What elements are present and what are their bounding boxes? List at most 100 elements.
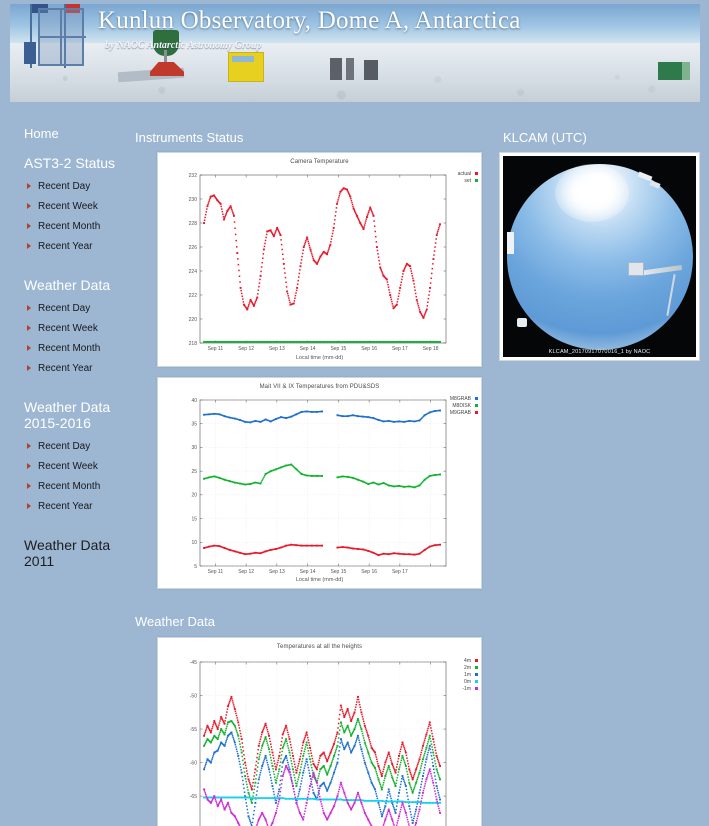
chart-plot-area: -45-50-55-60-65-70 (158, 638, 482, 826)
section-heading-weather-data: Weather Data (135, 614, 215, 629)
klcam-panel[interactable]: KLCAM_20170917070016_1 by NAOC (499, 152, 700, 361)
sidebar-item-ast3-recent-month[interactable]: Recent Month (24, 217, 128, 237)
chart-legend: 4m2m1m0m-1m (462, 658, 478, 693)
legend-item: 0m (462, 679, 478, 686)
svg-text:Sep 14: Sep 14 (300, 569, 316, 575)
chevron-right-icon (27, 203, 31, 209)
legend-color-swatch (475, 397, 478, 400)
chart-plot-area: Sep 11Sep 12Sep 13Sep 14Sep 15Sep 16Sep … (158, 153, 482, 367)
legend-label: M8DISK (452, 403, 471, 409)
banner-yellow-container-label (232, 56, 254, 62)
legend-color-swatch (475, 680, 478, 683)
svg-text:-45: -45 (190, 660, 197, 666)
klcam-image[interactable]: KLCAM_20170917070016_1 by NAOC (503, 156, 696, 357)
legend-label: 0m (464, 679, 471, 685)
site-subtitle: by NAOC Antarctic Astronomy Group (105, 40, 262, 51)
sidebar-spacer (24, 385, 128, 399)
sidebar-item-home[interactable]: Home (24, 126, 128, 141)
sidebar-group-weather-data-2011: Weather Data 2011 (24, 537, 128, 569)
legend-item: 1m (462, 672, 478, 679)
svg-text:226: 226 (189, 245, 198, 251)
chart-temperatures-all-heights: Temperatures at all the heights Temperat… (158, 638, 481, 826)
banner-snow-texture (10, 43, 700, 102)
chevron-right-icon (27, 365, 31, 371)
legend-label: 1m (464, 672, 471, 678)
chevron-right-icon (27, 503, 31, 509)
legend-item: M8GRAB (450, 396, 478, 403)
chevron-right-icon (27, 243, 31, 249)
chart-panel-mait-temperatures[interactable]: Mait VII & IX Temperatures from PDU&SDS … (157, 377, 482, 589)
banner-grey-cabinet-3 (364, 60, 378, 80)
svg-text:Sep 13: Sep 13 (269, 346, 285, 352)
chevron-right-icon (27, 483, 31, 489)
klcam-building-bottom-left (517, 318, 527, 327)
sidebar-item-ast3-recent-year[interactable]: Recent Year (24, 237, 128, 257)
sidebar-group-weather-data-2015-2016: Weather Data 2015-2016 Recent Day Recent… (24, 399, 128, 517)
legend-color-swatch (475, 179, 478, 182)
sidebar-item-weather-recent-week[interactable]: Recent Week (24, 319, 128, 339)
sidebar-item-label: Recent Day (38, 303, 90, 314)
legend-item: M9GRAB (450, 410, 478, 417)
svg-text:228: 228 (189, 221, 198, 227)
chevron-right-icon (27, 305, 31, 311)
svg-text:Sep 12: Sep 12 (238, 346, 254, 352)
banner-far-green-hut-side (682, 62, 690, 80)
page-root: Kunlun Observatory, Dome A, Antarctica b… (0, 0, 709, 826)
sidebar-item-weather2015-recent-week[interactable]: Recent Week (24, 457, 128, 477)
chevron-right-icon (27, 463, 31, 469)
legend-label: 2m (464, 665, 471, 671)
sidebar-group-title[interactable]: Weather Data 2011 (24, 537, 128, 569)
legend-item: M8DISK (450, 403, 478, 410)
sidebar-group-title: Weather Data 2015-2016 (24, 399, 128, 431)
site-title: Kunlun Observatory, Dome A, Antarctica (98, 7, 521, 35)
chevron-right-icon (27, 325, 31, 331)
klcam-instrument-box (628, 262, 644, 276)
chart-x-axis-label: Local time (mm-dd) (158, 577, 481, 583)
svg-text:25: 25 (191, 469, 197, 475)
svg-text:Sep 11: Sep 11 (208, 346, 224, 352)
klcam-building-left (507, 232, 514, 254)
sidebar-item-label: Recent Day (38, 181, 90, 192)
svg-text:35: 35 (191, 422, 197, 428)
svg-text:224: 224 (189, 269, 198, 275)
legend-color-swatch (475, 666, 478, 669)
chart-panel-all-heights[interactable]: Temperatures at all the heights Temperat… (157, 637, 482, 826)
legend-color-swatch (475, 411, 478, 414)
svg-text:-60: -60 (190, 760, 197, 766)
legend-label: set (464, 178, 471, 184)
sidebar-group-weather-data: Weather Data Recent Day Recent Week Rece… (24, 277, 128, 379)
sidebar-item-label: Recent Week (38, 323, 98, 334)
svg-text:-65: -65 (190, 794, 197, 800)
sidebar-item-weather-recent-year[interactable]: Recent Year (24, 359, 128, 379)
chevron-right-icon (27, 183, 31, 189)
sidebar-spacer (24, 523, 128, 537)
chart-panel-camera-temperature[interactable]: Camera Temperature Temperature(K) Sep 11… (157, 152, 482, 367)
svg-text:Sep 13: Sep 13 (269, 569, 285, 575)
section-heading-klcam: KLCAM (UTC) (503, 130, 587, 145)
svg-text:-50: -50 (190, 693, 197, 699)
svg-text:220: 220 (189, 317, 198, 323)
svg-text:Sep 17: Sep 17 (392, 346, 408, 352)
sidebar-item-weather2015-recent-day[interactable]: Recent Day (24, 437, 128, 457)
svg-text:Sep 16: Sep 16 (361, 569, 377, 575)
sun-glow-icon (555, 164, 629, 222)
svg-text:Sep 17: Sep 17 (392, 569, 408, 575)
sidebar-item-weather-recent-month[interactable]: Recent Month (24, 339, 128, 359)
chart-legend: actualset (458, 171, 478, 185)
section-heading-instruments-status: Instruments Status (135, 130, 243, 145)
legend-label: -1m (462, 686, 471, 692)
svg-text:-55: -55 (190, 727, 197, 733)
svg-text:230: 230 (189, 197, 198, 203)
sidebar-item-label: Recent Day (38, 441, 90, 452)
legend-item: -1m (462, 686, 478, 693)
svg-text:5: 5 (194, 564, 197, 570)
chart-plot-area: Sep 11Sep 12Sep 13Sep 14Sep 15Sep 16Sep … (158, 378, 482, 589)
sidebar-item-weather2015-recent-month[interactable]: Recent Month (24, 477, 128, 497)
sidebar-item-ast3-recent-week[interactable]: Recent Week (24, 197, 128, 217)
sidebar-item-weather-recent-day[interactable]: Recent Day (24, 299, 128, 319)
chevron-right-icon (27, 223, 31, 229)
legend-label: M8GRAB (450, 396, 471, 402)
sidebar-item-ast3-recent-day[interactable]: Recent Day (24, 177, 128, 197)
sidebar-item-weather2015-recent-year[interactable]: Recent Year (24, 497, 128, 517)
chevron-right-icon (27, 345, 31, 351)
